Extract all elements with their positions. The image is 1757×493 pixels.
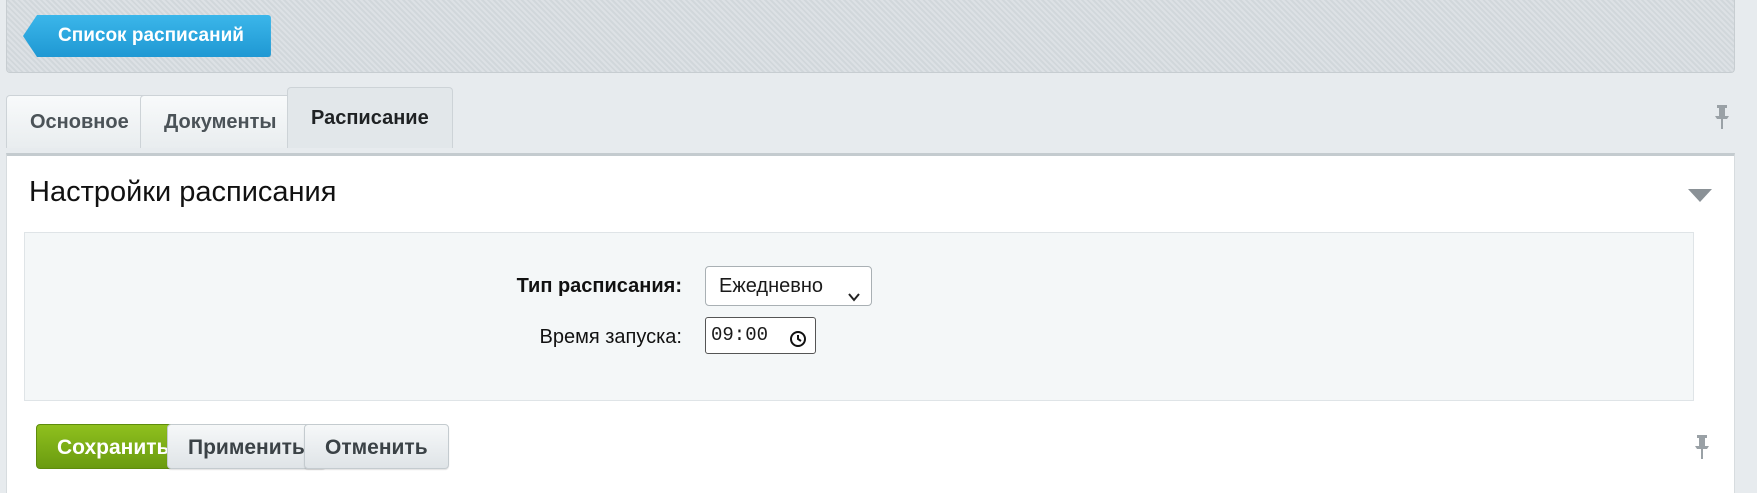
pin-icon[interactable] (1712, 104, 1732, 135)
schedule-form: Тип расписания: Ежедневно Время запуска:… (24, 232, 1694, 401)
schedule-settings-panel: Настройки расписания Тип расписания: Еже… (6, 153, 1735, 493)
clock-icon[interactable] (789, 326, 807, 361)
cancel-button[interactable]: Отменить (304, 424, 449, 469)
schedule-type-label: Тип расписания: (516, 275, 682, 297)
schedule-type-select[interactable]: Ежедневно (705, 266, 872, 306)
start-time-row: Время запуска: 09:00 (25, 317, 1693, 357)
tab-general[interactable]: Основное (6, 95, 153, 148)
tab-documents[interactable]: Документы (140, 95, 301, 148)
schedule-type-row: Тип расписания: Ежедневно (25, 266, 1693, 306)
apply-button[interactable]: Применить (167, 424, 326, 469)
top-toolbar: Список расписаний (6, 0, 1735, 73)
schedule-type-value: Ежедневно (719, 275, 824, 297)
start-time-input[interactable]: 09:00 (705, 317, 816, 354)
pin-icon[interactable] (1692, 434, 1712, 465)
schedule-list-back-button[interactable]: Список расписаний (23, 15, 271, 57)
section-title: Настройки расписания (29, 176, 337, 208)
start-time-value: 09:00 (711, 324, 769, 346)
tab-schedule[interactable]: Расписание (287, 87, 453, 148)
triangle-down-icon[interactable] (1688, 189, 1712, 202)
chevron-down-icon (847, 279, 861, 317)
start-time-label: Время запуска: (539, 326, 683, 348)
